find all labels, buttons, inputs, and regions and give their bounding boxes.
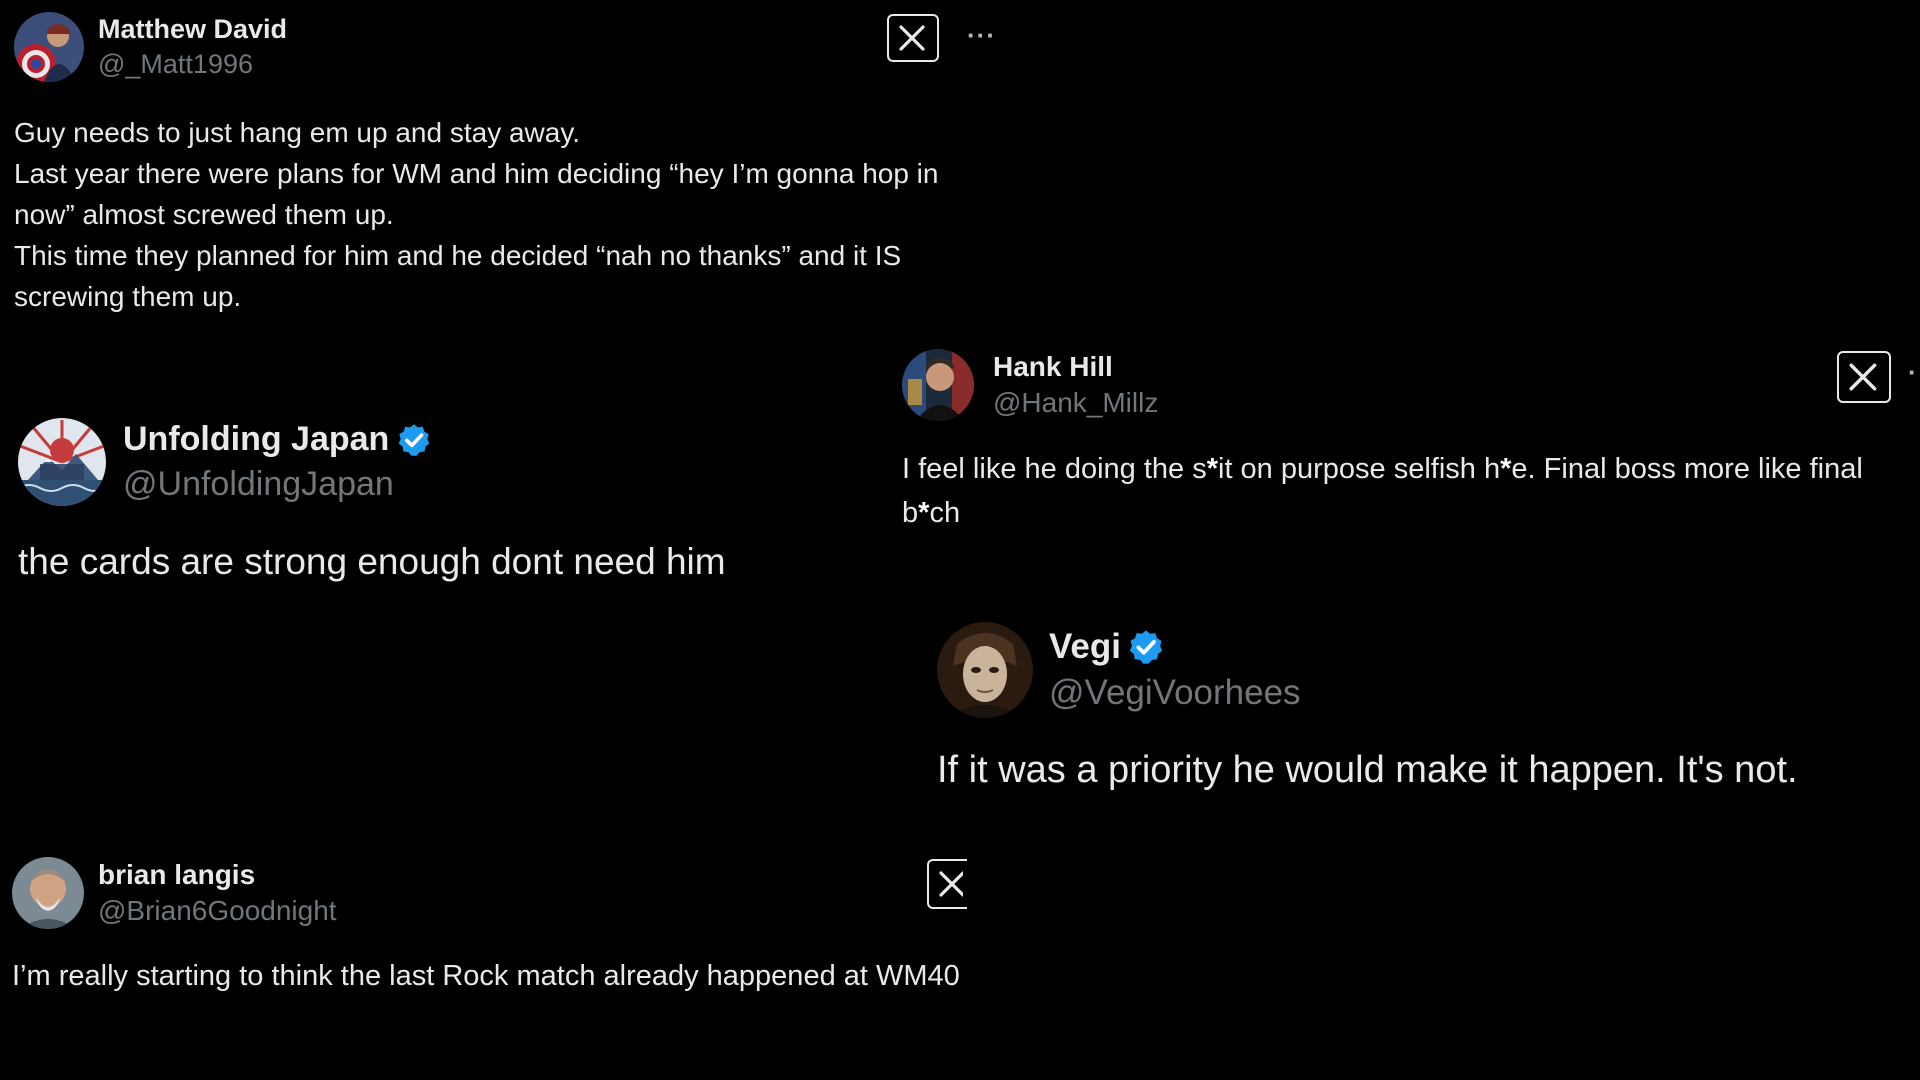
tweet-card-hank-hill: Hank Hill @Hank_Millz I feel like he doi… (902, 349, 1920, 539)
avatar[interactable] (937, 622, 1033, 718)
tweet-header: Hank Hill @Hank_Millz (902, 349, 1920, 421)
tweet-author: Unfolding Japan @UnfoldingJapan (123, 420, 432, 504)
x-logo-icon (1849, 363, 1877, 391)
display-name[interactable]: Vegi (1049, 627, 1121, 667)
tweet-text: the cards are strong enough dont need hi… (18, 541, 726, 582)
x-logo-button[interactable] (927, 859, 967, 909)
tweet-author: Vegi @VegiVoorhees (1049, 627, 1301, 713)
tweet-author: Matthew David @_Matt1996 (98, 14, 287, 80)
display-name[interactable]: Unfolding Japan (123, 420, 389, 459)
tweet-text: If it was a priority he would make it ha… (937, 749, 1798, 791)
user-handle[interactable]: @VegiVoorhees (1049, 673, 1301, 713)
tweet-text: I feel like he doing the s*it on purpose… (902, 447, 1912, 535)
display-name[interactable]: brian langis (98, 859, 255, 891)
more-options-icon[interactable]: · (1908, 357, 1918, 388)
person-photo-avatar-icon (902, 349, 974, 421)
user-handle[interactable]: @_Matt1996 (98, 49, 287, 80)
name-row: Matthew David (98, 14, 287, 45)
name-row: Unfolding Japan (123, 420, 432, 459)
tweet-header: brian langis @Brian6Goodnight (12, 857, 992, 929)
x-logo-icon (939, 871, 963, 897)
censor-asterisk-icon: * (1500, 453, 1512, 485)
tweet-card-vegi: Vegi @VegiVoorhees If it was a priority … (937, 622, 1920, 822)
text-segment: it on purpose selfish h (1218, 453, 1501, 485)
verified-badge-icon (396, 422, 432, 458)
tweet-header: Matthew David @_Matt1996 (14, 12, 1004, 82)
tweet-author: Hank Hill @Hank_Millz (993, 351, 1158, 419)
avatar[interactable] (12, 857, 84, 929)
tweet-card-unfolding-japan: Unfolding Japan @UnfoldingJapan the card… (18, 418, 878, 618)
tweet-author: brian langis @Brian6Goodnight (98, 859, 337, 927)
more-options-icon[interactable]: ··· (967, 20, 996, 51)
tweet-text: Guy needs to just hang em up and stay aw… (14, 117, 939, 312)
x-logo-button[interactable] (1837, 351, 1891, 403)
text-segment: ch (929, 497, 961, 529)
tweet-card-brian-langis: brian langis @Brian6Goodnight I’m really… (12, 857, 992, 1057)
avatar[interactable] (902, 349, 974, 421)
text-segment: I feel like he doing the s (902, 453, 1207, 485)
tweet-text: I’m really starting to think the last Ro… (12, 960, 960, 992)
display-name[interactable]: Matthew David (98, 14, 287, 45)
name-row: Vegi (1049, 627, 1301, 667)
censor-asterisk-icon: * (918, 497, 930, 529)
older-man-photo-avatar-icon (12, 857, 84, 929)
tweet-header: Unfolding Japan @UnfoldingJapan (18, 418, 878, 506)
censor-asterisk-icon: * (1206, 453, 1218, 485)
x-logo-icon (899, 25, 925, 51)
user-handle[interactable]: @UnfoldingJapan (123, 465, 432, 504)
display-name[interactable]: Hank Hill (993, 351, 1113, 383)
tweet-card-matthew-david: Matthew David @_Matt1996 Guy needs to ju… (14, 12, 1004, 342)
avatar[interactable] (18, 418, 106, 506)
user-handle[interactable]: @Brian6Goodnight (98, 895, 337, 927)
name-row: Hank Hill (993, 351, 1158, 383)
name-row: brian langis (98, 859, 337, 891)
tweet-header: Vegi @VegiVoorhees (937, 622, 1920, 718)
user-handle[interactable]: @Hank_Millz (993, 387, 1158, 419)
captain-america-avatar-icon (14, 12, 84, 82)
verified-badge-icon (1127, 628, 1165, 666)
japan-circle-logo-avatar-icon (18, 418, 106, 506)
mask-face-avatar-icon (937, 622, 1033, 718)
x-logo-button[interactable] (887, 14, 939, 62)
avatar[interactable] (14, 12, 84, 82)
